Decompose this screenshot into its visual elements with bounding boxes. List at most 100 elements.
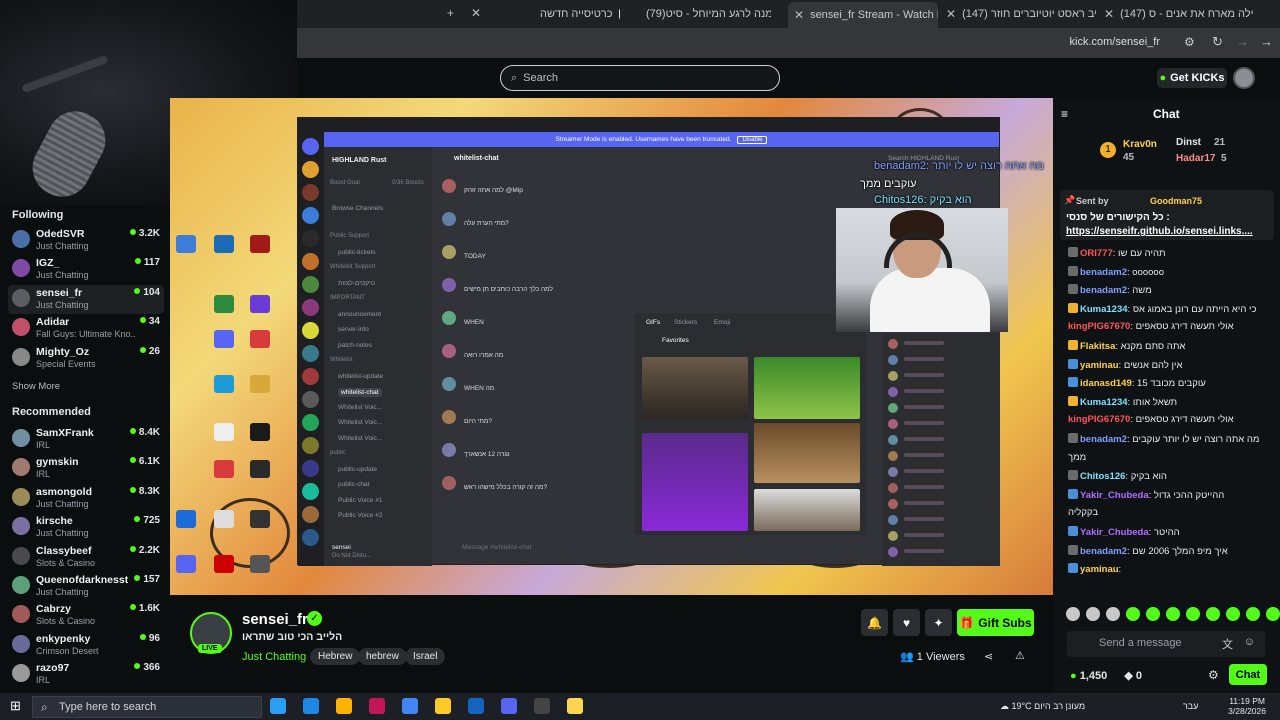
taskbar-app-icon[interactable] — [369, 698, 385, 714]
browse-channels[interactable]: Browse Channels — [332, 205, 383, 212]
search-input[interactable]: ⌕ Search — [500, 65, 780, 91]
chat-username[interactable]: benadam2 — [1080, 267, 1127, 278]
taskbar-app-icon[interactable] — [303, 698, 319, 714]
close-tab-icon[interactable]: ✕ — [946, 7, 956, 21]
translate-icon[interactable]: 文 — [1222, 636, 1233, 652]
url-field[interactable]: kick.com/sensei_fr — [1070, 36, 1160, 48]
emote-icon[interactable] — [1126, 607, 1140, 621]
channel-item[interactable]: SamXFrank IRL 8.4K — [8, 425, 164, 454]
channel-item[interactable]: Mighty_Oz Special Events 26 — [8, 344, 164, 373]
gif-tile[interactable] — [754, 489, 860, 531]
taskbar-app-icon[interactable] — [435, 698, 451, 714]
user-avatar[interactable] — [1233, 67, 1255, 89]
server-icon[interactable] — [302, 276, 319, 293]
server-icon[interactable] — [302, 368, 319, 385]
channel-item[interactable]: Whitelist Voic... — [338, 419, 382, 426]
channel-item[interactable]: Whitelist Voic... — [338, 435, 382, 442]
tag-hebrew[interactable]: Hebrew — [310, 648, 361, 665]
channel-item[interactable]: sensei_fr Just Chatting 104 — [8, 284, 164, 314]
tab-1[interactable]: כרטיסייה חדשה — [540, 4, 620, 24]
server-icon[interactable] — [302, 529, 319, 546]
share-icon[interactable]: ⋖ — [984, 650, 993, 663]
server-icon[interactable] — [302, 483, 319, 500]
tab-2[interactable]: (79)ההתמנה לרגע המיוחל - סיט — [646, 4, 771, 24]
channel-item[interactable]: public-chat — [338, 481, 369, 488]
server-icon[interactable] — [302, 506, 319, 523]
server-icon[interactable] — [302, 437, 319, 454]
taskbar-app-icon[interactable] — [567, 698, 583, 714]
server-icon[interactable] — [302, 345, 319, 362]
chat-username[interactable]: kingPIG67670 — [1068, 414, 1130, 425]
emote-icon[interactable] — [1206, 607, 1220, 621]
chat-username[interactable]: ORI777 — [1080, 248, 1113, 259]
back-icon[interactable]: → — [1260, 34, 1273, 49]
channel-item[interactable]: OdedSVR Just Chatting 3.2K — [8, 226, 164, 255]
taskbar-app-icon[interactable] — [468, 698, 484, 714]
disable-button[interactable]: Disable — [737, 135, 768, 144]
channel-item[interactable]: Public Voice #1 — [338, 497, 382, 504]
reload-icon[interactable]: ↻ — [1212, 34, 1223, 50]
chat-username[interactable]: yaminau — [1080, 564, 1119, 575]
chat-username[interactable]: Yakir_Chubeda — [1080, 490, 1149, 501]
server-icon[interactable] — [302, 299, 319, 316]
close-tab-icon[interactable]: ✕ — [471, 6, 481, 20]
server-icon[interactable] — [302, 138, 319, 155]
gif-tile[interactable] — [754, 423, 860, 483]
taskbar-app-icon[interactable] — [402, 698, 418, 714]
taskbar-clock[interactable]: 11:19 PM 3/28/2026 — [1228, 696, 1266, 716]
chat-username[interactable]: Chitos126 — [1080, 471, 1125, 482]
channel-item[interactable]: razo97 IRL 366 — [8, 660, 164, 689]
channel-item[interactable]: Queenofdarknesstv Just Chatting 157 — [8, 572, 164, 601]
chat-username[interactable]: benadam2 — [1080, 546, 1127, 557]
chat-send-button[interactable]: Chat — [1229, 664, 1267, 685]
channel-item[interactable]: whitelist-update — [338, 373, 383, 380]
taskbar-app-icon[interactable] — [270, 698, 286, 714]
windows-start-icon[interactable]: ⊞ — [10, 698, 21, 714]
tag-hebrew-2[interactable]: hebrew — [358, 648, 407, 665]
get-kicks-button[interactable]: ● Get KICKs — [1157, 68, 1227, 88]
show-more-link[interactable]: Show More — [12, 381, 60, 392]
channel-item[interactable]: asmongold Just Chatting 8.3K — [8, 484, 164, 513]
server-icon[interactable] — [302, 230, 319, 247]
channel-item[interactable]: public-tickets — [338, 249, 376, 256]
emote-icon[interactable] — [1066, 607, 1080, 621]
chat-username[interactable]: Flakitsa — [1080, 341, 1115, 352]
server-icon[interactable] — [302, 414, 319, 431]
channel-item[interactable]: Classybeef Slots & Casino 2.2K — [8, 543, 164, 572]
tag-israel[interactable]: Israel — [405, 648, 446, 665]
emote-icon[interactable] — [1186, 607, 1200, 621]
gif-tile[interactable] — [642, 433, 748, 531]
chat-input[interactable]: Send a message 文 ☺ — [1067, 631, 1265, 657]
chat-username[interactable]: Kuma1234 — [1080, 397, 1128, 408]
taskbar-app-icon[interactable] — [501, 698, 517, 714]
server-icon[interactable] — [302, 161, 319, 178]
tab-3-active[interactable]: ✕ sensei_fr Stream - Watch Li — [788, 2, 938, 28]
new-tab-icon[interactable]: + — [447, 6, 454, 20]
channel-item[interactable]: announcement — [338, 311, 381, 318]
server-icon[interactable] — [302, 184, 319, 201]
language-indicator[interactable]: עבר — [1183, 701, 1198, 711]
emote-icon[interactable] — [1166, 607, 1180, 621]
emote-icon[interactable] — [1106, 607, 1120, 621]
pinned-message[interactable]: 📌 Sent by Goodman75 כל הקישורים של סנסי … — [1060, 190, 1274, 240]
emote-icon[interactable] — [1086, 607, 1100, 621]
emoji-icon[interactable]: ☺ — [1244, 636, 1255, 648]
follow-button[interactable]: ♥ — [893, 609, 920, 636]
server-icon[interactable] — [302, 207, 319, 224]
stream-category[interactable]: Just Chatting — [242, 651, 306, 663]
channel-item[interactable]: enkypenky Crimson Desert 96 — [8, 631, 164, 660]
channel-item[interactable]: public-update — [338, 466, 377, 473]
channel-item[interactable]: IGZ_ Just Chatting 117 — [8, 255, 164, 284]
channel-item[interactable]: patch-notes — [338, 342, 372, 349]
emote-icon[interactable] — [1246, 607, 1260, 621]
channel-item[interactable]: Public Voice #2 — [338, 512, 382, 519]
weather-widget[interactable]: ☁ 19°C מעונן רב היום — [1000, 701, 1085, 712]
gif-tile[interactable] — [642, 357, 748, 419]
tab-5[interactable]: ✕ (147) סטילה מארח את אנים - ס — [1104, 4, 1254, 24]
close-tab-icon[interactable]: ✕ — [794, 8, 804, 22]
emote-icon[interactable] — [1146, 607, 1160, 621]
server-name[interactable]: HIGHLAND Rust — [332, 157, 386, 164]
tab-4[interactable]: ✕ (147) לייב ראסט יוטיוברים חוזר — [946, 4, 1096, 24]
channel-item[interactable]: gymskin IRL 6.1K — [8, 454, 164, 483]
gift-subs-button[interactable]: 🎁 Gift Subs — [957, 609, 1034, 636]
